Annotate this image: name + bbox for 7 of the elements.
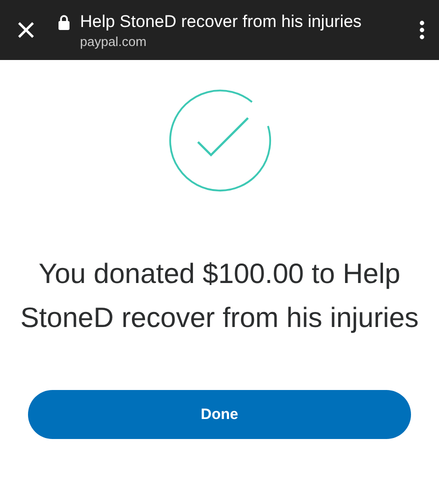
- menu-icon[interactable]: [419, 20, 425, 40]
- confirmation-message: You donated $100.00 to Help StoneD recover from his injuries: [20, 257, 419, 335]
- page-title: Help StoneD recover from his injuries: [80, 10, 363, 32]
- page-url: paypal.com: [80, 32, 148, 50]
- done-button[interactable]: Done: [28, 390, 411, 439]
- lock-icon: [58, 14, 70, 30]
- close-icon[interactable]: [16, 20, 36, 40]
